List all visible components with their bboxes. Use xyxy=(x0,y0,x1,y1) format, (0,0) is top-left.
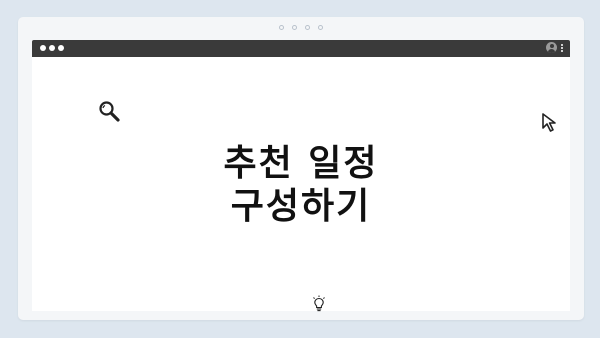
page-dot xyxy=(279,25,284,30)
headline-line-1: 추천 일정 xyxy=(223,143,379,184)
stage: 추천 일정 구성하기 xyxy=(0,0,600,338)
window-titlebar xyxy=(32,40,570,57)
search-icon xyxy=(99,101,120,122)
browser-window: 추천 일정 구성하기 xyxy=(18,17,584,320)
kebab-menu-icon[interactable] xyxy=(560,43,564,52)
content-area: 추천 일정 구성하기 xyxy=(32,57,570,312)
window-controls xyxy=(40,45,64,51)
headline-line-2: 구성하기 xyxy=(230,186,372,227)
window-dot-icon[interactable] xyxy=(58,45,64,51)
page-dot xyxy=(292,25,297,30)
page-indicator xyxy=(18,25,584,33)
cursor-icon xyxy=(542,113,556,132)
lightbulb-icon xyxy=(313,295,325,312)
titlebar-actions xyxy=(546,42,564,53)
page-dot xyxy=(305,25,310,30)
page-headline: 추천 일정 구성하기 xyxy=(32,142,570,228)
page-dot xyxy=(318,25,323,30)
profile-icon[interactable] xyxy=(546,42,557,53)
window-dot-icon[interactable] xyxy=(40,45,46,51)
window-dot-icon[interactable] xyxy=(49,45,55,51)
